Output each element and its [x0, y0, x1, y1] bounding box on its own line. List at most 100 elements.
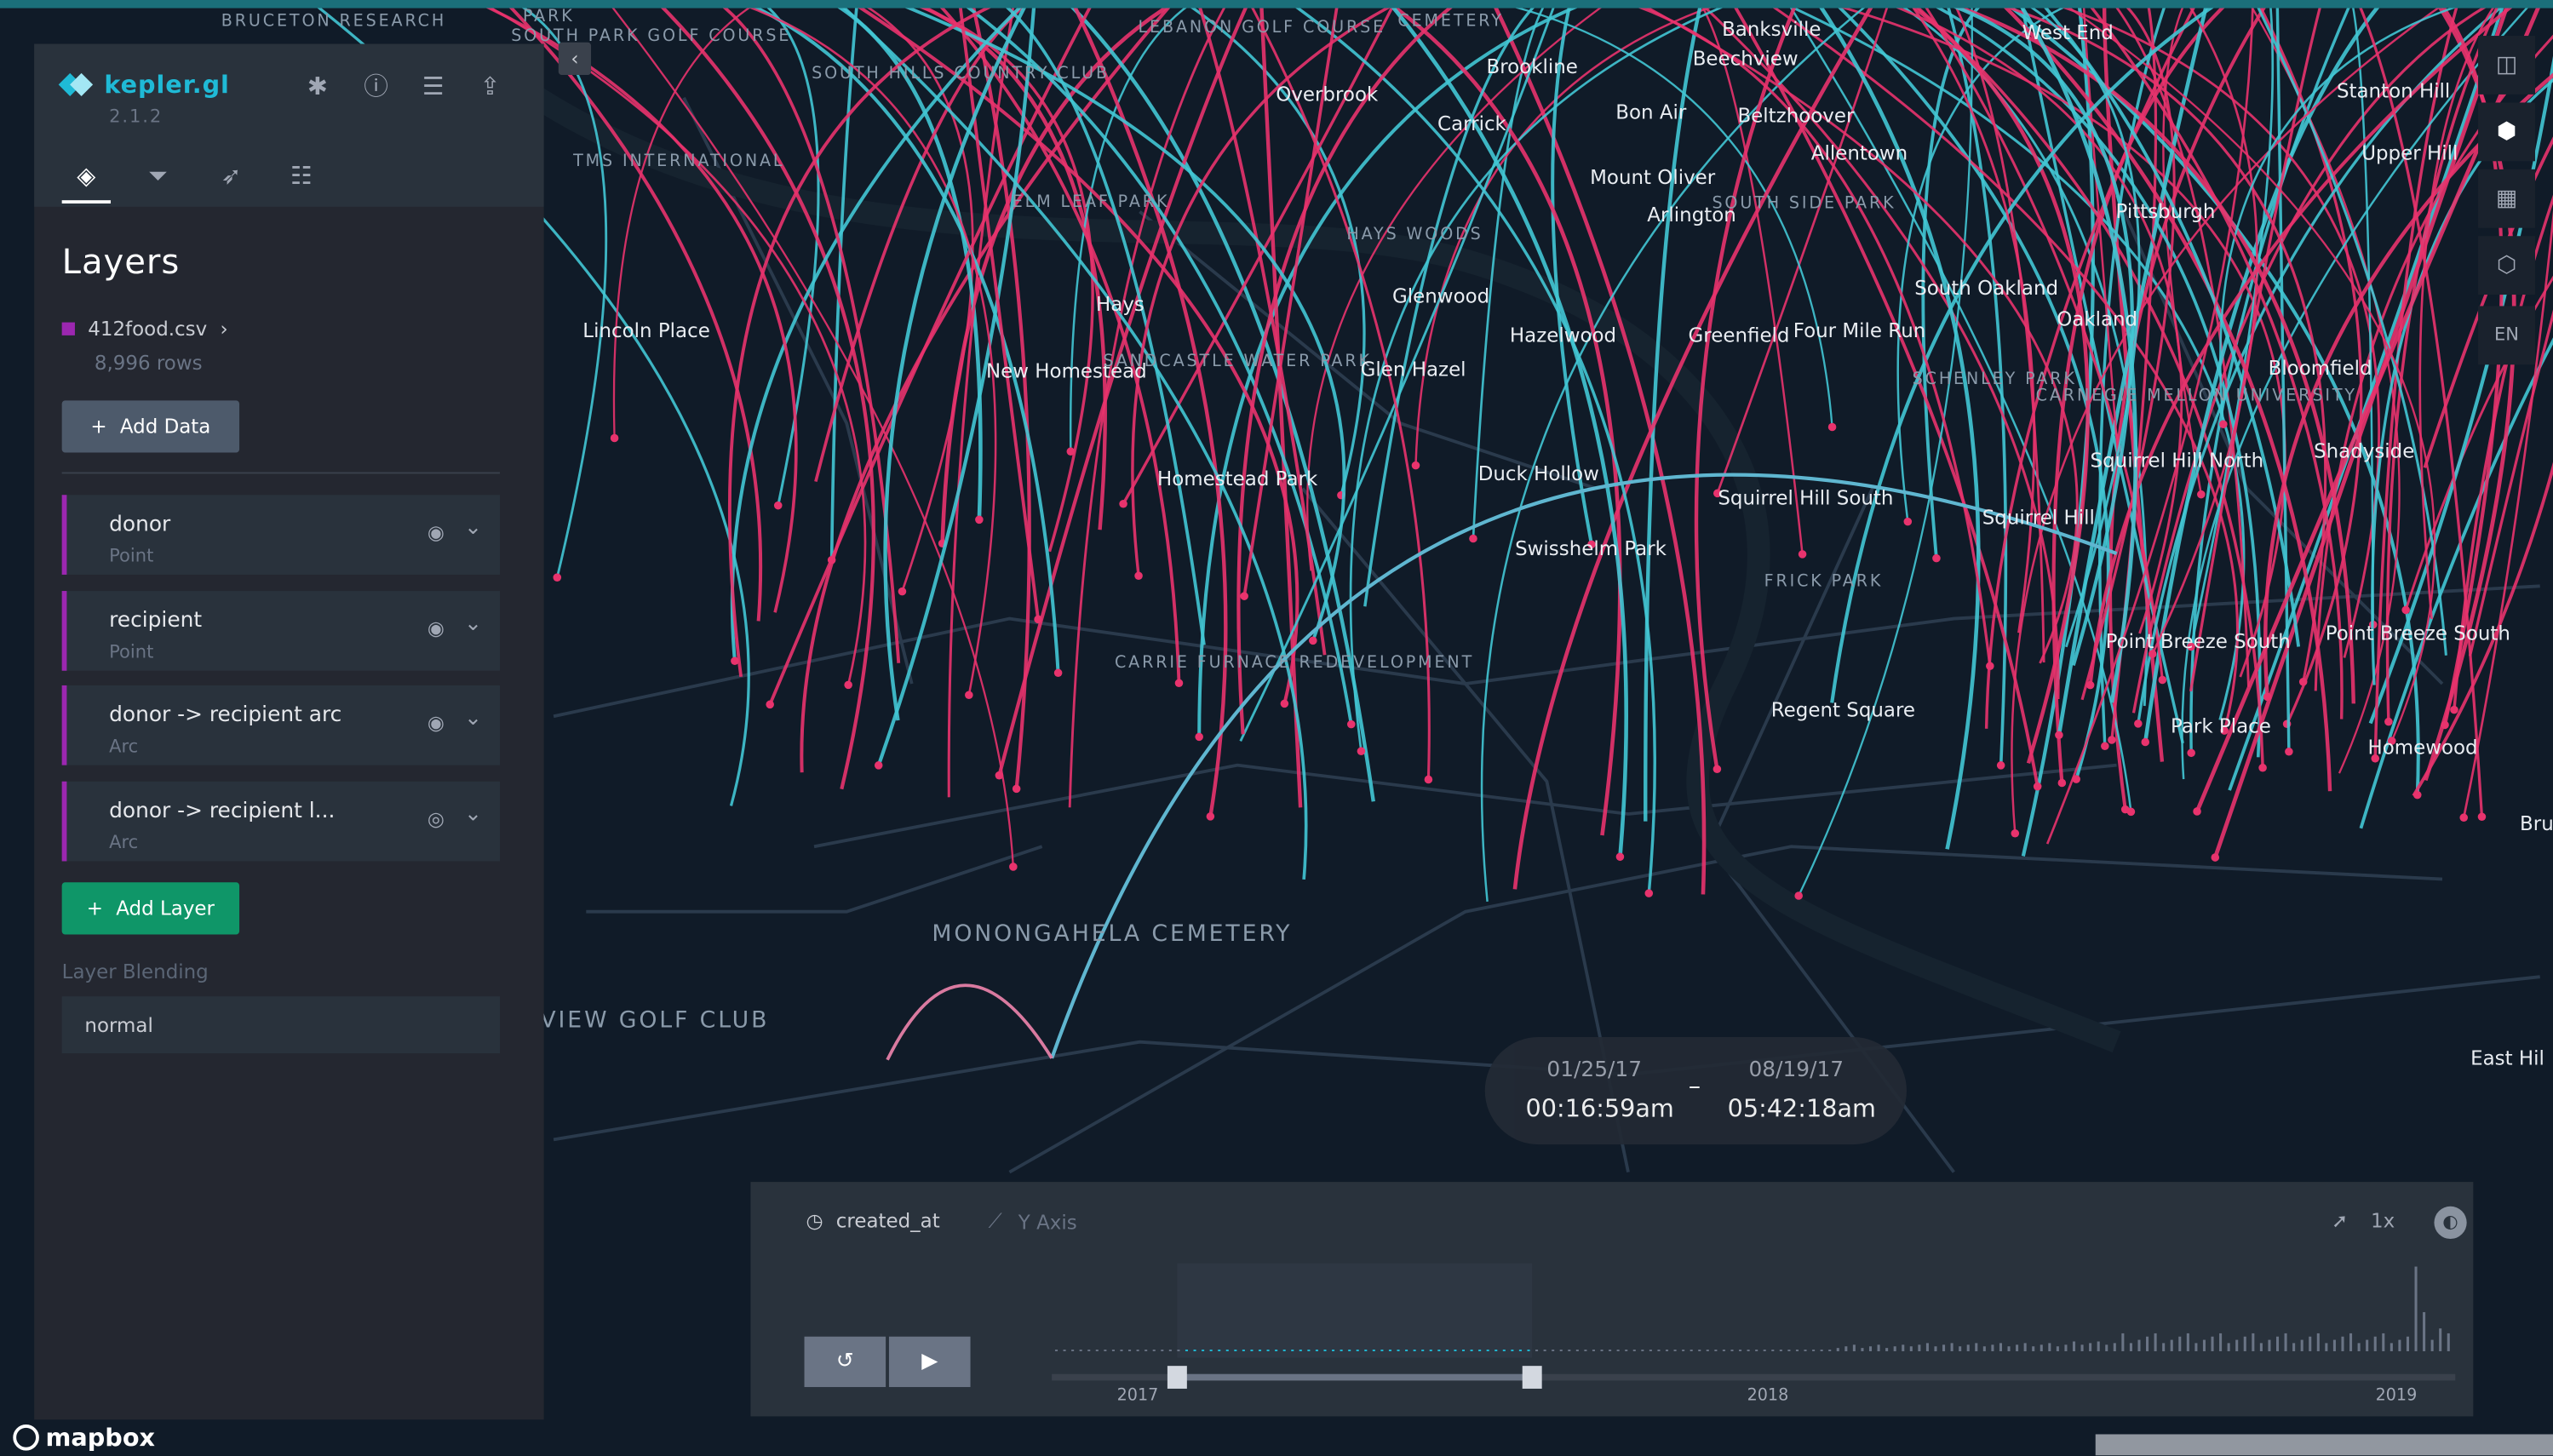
point-marker [2055, 731, 2063, 740]
histogram-bar [1225, 1350, 1229, 1351]
eye-icon[interactable]: ◉ [427, 617, 445, 640]
map-label: Glen Hazel [1361, 359, 1466, 381]
point-marker [2441, 720, 2449, 730]
database-icon[interactable]: ☰ [416, 70, 449, 102]
map-label: MONONGAHELA CEMETERY [932, 920, 1292, 947]
point-marker [2126, 807, 2136, 817]
dataset-item[interactable]: 412food.csv › [61, 317, 228, 341]
histogram-bar [1266, 1350, 1270, 1351]
map-label: Homewood [2367, 737, 2477, 759]
add-data-button[interactable]: + Add Data [61, 400, 240, 453]
bug-report-icon[interactable]: ✱ [301, 70, 334, 102]
point-marker [1119, 499, 1127, 508]
histogram-bar [1755, 1350, 1758, 1351]
map-label: Four Mile Run [1793, 320, 1926, 342]
histogram-bar [2072, 1341, 2076, 1351]
histogram-bar [2121, 1333, 2125, 1351]
time-field-selector[interactable]: ◷ created_at [806, 1210, 939, 1233]
histogram-bar [2219, 1333, 2223, 1351]
map-label: Point Breeze South [2326, 622, 2510, 645]
split-map-button[interactable]: ◫ [2478, 36, 2535, 95]
point-marker [2187, 748, 2195, 758]
histogram-bar [1136, 1350, 1139, 1351]
point-marker [965, 691, 973, 700]
tab-interactions[interactable]: ➶ [207, 158, 255, 203]
side-panel: kepler.gl 2.1.2 ✱ ⓘ ☰ ⇪ ◈ ⏷ ➶ ☷ Layers 4… [34, 43, 544, 1420]
point-marker [1240, 592, 1248, 600]
play-button[interactable]: ▶ [888, 1336, 971, 1388]
point-marker [1053, 668, 1063, 678]
histogram-bar [2064, 1344, 2068, 1351]
point-marker [1346, 719, 1356, 729]
time-slider-range[interactable] [1177, 1373, 1533, 1381]
chevron-down-icon[interactable]: ⌄ [464, 612, 482, 637]
histogram-bar [2170, 1339, 2173, 1351]
eye-icon[interactable]: ◉ [427, 521, 445, 544]
plus-icon: + [86, 897, 103, 920]
point-marker [2384, 717, 2393, 726]
point-marker [2108, 736, 2116, 744]
info-icon[interactable]: ⓘ [360, 70, 393, 102]
map-label: South Oakland [1914, 278, 2058, 300]
tab-layers[interactable]: ◈ [61, 158, 112, 203]
slider-handle-end[interactable] [1522, 1366, 1542, 1389]
eye-icon[interactable]: ◉ [427, 712, 445, 735]
histogram-bar [2300, 1339, 2303, 1351]
eye-slash-icon[interactable]: ◎ [427, 807, 445, 830]
point-marker [1986, 662, 1994, 670]
chevron-right-icon: › [220, 317, 228, 341]
histogram-bar [1054, 1350, 1058, 1351]
tab-filters[interactable]: ⏷ [134, 158, 182, 203]
layer-item-donor[interactable]: donor Point ◉ ⌄ [61, 495, 500, 575]
map-label: Park Place [2171, 715, 2271, 737]
layer-type: Arc [109, 736, 139, 758]
histogram-bar [1095, 1350, 1099, 1351]
chevron-down-icon[interactable]: ⌄ [464, 516, 482, 541]
map-label: Allentown [1811, 142, 1908, 164]
map-label: Brookline [1486, 56, 1577, 78]
add-layer-button[interactable]: + Add Layer [61, 882, 240, 935]
mapbox-logo[interactable]: mapbox [13, 1423, 155, 1453]
share-icon[interactable]: ⇪ [473, 70, 506, 102]
layer-name: donor -> recipient arc [109, 702, 342, 728]
draw-button[interactable]: ⬡ [2478, 236, 2535, 295]
layer-item-line[interactable]: donor -> recipient l... Arc ◎ ⌄ [61, 781, 500, 862]
histogram-bar [1787, 1350, 1791, 1351]
chevron-down-icon[interactable]: ⌄ [464, 803, 482, 828]
reset-button[interactable]: ↺ [804, 1336, 886, 1388]
histogram-bar [1959, 1346, 1962, 1351]
y-axis-selector[interactable]: ⟋ Y Axis [989, 1210, 1077, 1235]
tab-map-style[interactable]: ☷ [277, 158, 325, 203]
speed-control[interactable]: ➚ 1x [2332, 1210, 2395, 1233]
map-attribution[interactable] [2095, 1434, 2553, 1456]
histogram-bar [2406, 1336, 2409, 1351]
top-border [0, 0, 2553, 9]
chevron-down-icon[interactable]: ⌄ [464, 707, 482, 731]
point-marker [1206, 812, 1215, 821]
histogram-bar [1380, 1350, 1384, 1351]
histogram-bar [1861, 1348, 1864, 1351]
locale-button[interactable]: EN [2478, 306, 2535, 365]
legend-button[interactable]: ▦ [2478, 169, 2535, 228]
3d-view-button[interactable]: ⬢ [2478, 102, 2535, 162]
histogram-bar [1552, 1350, 1555, 1351]
app-name: kepler.gl [104, 70, 230, 100]
slider-handle-start[interactable] [1167, 1366, 1187, 1389]
point-marker [2158, 675, 2167, 685]
point-marker [553, 573, 562, 582]
start-time: 00:16:59am [1525, 1093, 1674, 1124]
collapse-panel-button[interactable]: ‹ [558, 42, 592, 75]
layer-item-arc[interactable]: donor -> recipient arc Arc ◉ ⌄ [61, 685, 500, 765]
map-label: Oakland [2057, 308, 2137, 330]
histogram-bar [1575, 1350, 1579, 1351]
histogram-bar [1258, 1350, 1262, 1351]
histogram-bar [1918, 1344, 1921, 1351]
animation-window-button[interactable]: ◐ [2434, 1206, 2467, 1240]
histogram-bar [2268, 1339, 2271, 1351]
map-label: Glenwood [1392, 286, 1489, 308]
histogram-bar [2341, 1336, 2344, 1351]
histogram-bar [1925, 1343, 1929, 1351]
point-marker [2101, 742, 2109, 751]
layer-blending-select[interactable]: normal [61, 996, 500, 1054]
layer-item-recipient[interactable]: recipient Point ◉ ⌄ [61, 591, 500, 671]
